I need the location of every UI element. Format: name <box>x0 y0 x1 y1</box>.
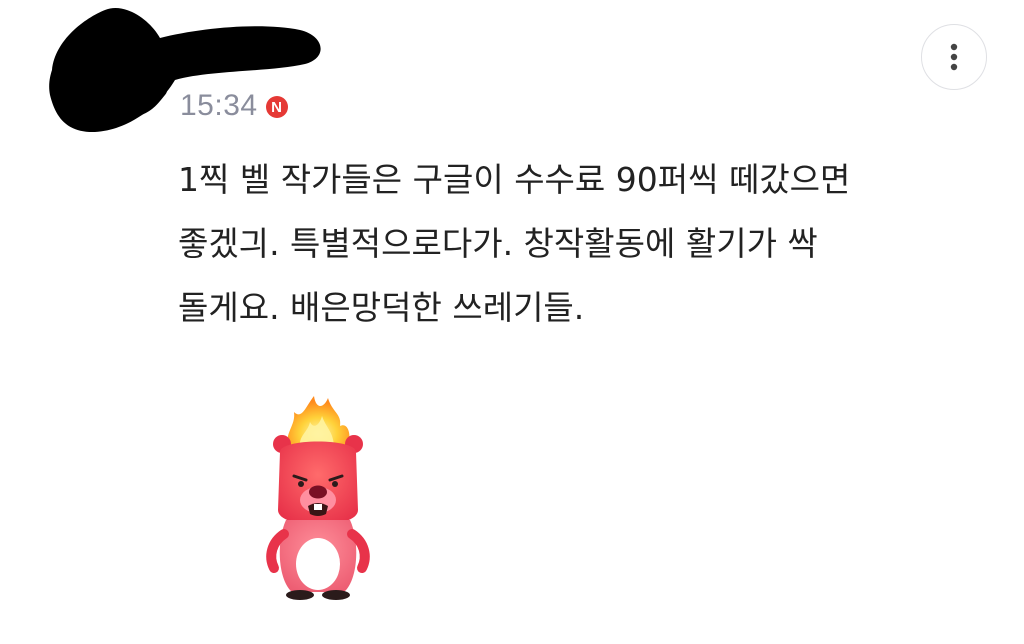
comment-timestamp: 15:34 <box>180 89 258 122</box>
comment-line: 1찍 벨 작가들은 구글이 수수료 90퍼씩 떼갔으면 <box>178 160 851 199</box>
more-vertical-icon <box>950 43 958 71</box>
comment-line: 좋겠긔. 특별적으로다가. 창작활동에 활기가 싹 <box>178 224 818 263</box>
comment-meta: 15:34 N <box>180 86 288 126</box>
more-options-button[interactable] <box>921 24 987 90</box>
new-badge: N <box>265 96 288 118</box>
comment-line: 돌게요. 배은망덕한 쓰레기들. <box>178 288 585 327</box>
angry-beaver-sticker <box>266 396 370 600</box>
redacted-username <box>49 8 321 133</box>
comment-body: 1찍 벨 작가들은 구글이 수수료 90퍼씩 떼갔으면 좋겠긔. 특별적으로다가… <box>178 148 938 340</box>
